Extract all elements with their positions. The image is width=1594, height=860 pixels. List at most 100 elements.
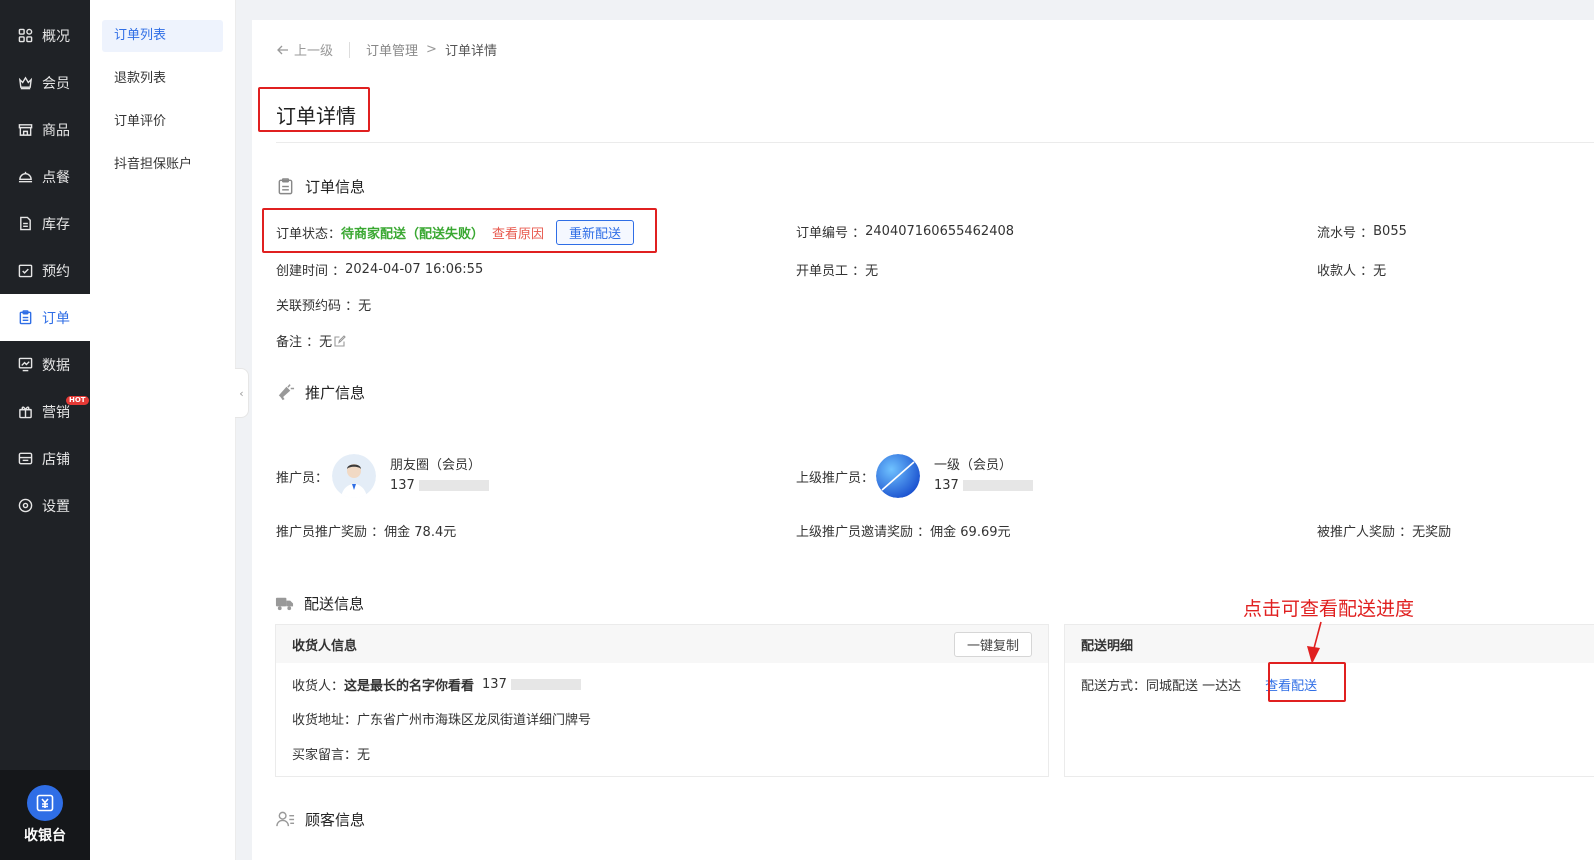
grid-icon (18, 28, 33, 43)
promoter-details: 朋友圈（会员） 137 (390, 456, 489, 496)
clipboard-icon (19, 310, 32, 325)
subnav-item-douyin-guarantee[interactable]: 抖音担保账户 (102, 149, 223, 181)
order-number-value: 240407160655462408 (865, 224, 1015, 239)
cashier-icon (27, 785, 63, 821)
nav-item-inventory[interactable]: 库存 (0, 200, 90, 247)
receiver-name: 这是最长的名字你看看 (344, 679, 475, 694)
section-title: 订单信息 (305, 178, 366, 196)
annotation-text: 点击可查看配送进度 (1243, 598, 1415, 620)
sidebar-collapse-toggle[interactable]: ‹ (235, 368, 249, 418)
upper-promoter-avatar (876, 454, 921, 498)
nav-item-marketing[interactable]: 营销 HOT (0, 388, 90, 435)
inventory-icon (20, 216, 31, 231)
megaphone-icon (278, 384, 295, 401)
promoter-phone-wrap: 137 (390, 476, 489, 496)
receiver-box-title: 收货人信息 (292, 638, 358, 654)
section-title: 顾客信息 (305, 811, 366, 829)
back-link[interactable]: 上一级 (276, 40, 333, 59)
breadcrumb-separator: > (426, 42, 437, 57)
method-value: 同城配送 一达达 (1146, 679, 1242, 694)
nav-item-reservation[interactable]: 预约 (0, 247, 90, 294)
nav-item-orders[interactable]: 订单 (0, 294, 90, 341)
nav-item-overview[interactable]: 概况 (0, 12, 90, 59)
promoter-label: 推广员： (276, 470, 329, 486)
remark-value: 无 (319, 335, 333, 350)
staff-row: 开单员工 ： 无 (796, 260, 878, 279)
upper-promoter-label: 上级推广员： (796, 470, 875, 486)
nav-item-data[interactable]: 数据 (0, 341, 90, 388)
dish-icon (18, 171, 33, 183)
nav-item-ordering[interactable]: 点餐 (0, 153, 90, 200)
masked-phone (418, 480, 489, 491)
address-value: 广东省广州市海珠区龙凤街道详细门牌号 (357, 713, 592, 728)
shop-icon (18, 452, 33, 465)
promoter-reward-row: 推广员推广奖励 ： 佣金 78.4元 (276, 521, 456, 540)
section-title: 配送信息 (304, 595, 365, 613)
annotation-arrow-icon (1307, 621, 1322, 664)
reservation-code-row: 关联预约码 ： 无 (276, 295, 371, 314)
serial-value: B055 (1373, 224, 1407, 239)
main-content: 上一级 订单管理 > 订单详情 订单详情 订单信息 订单状态： 待商家配送（配送… (252, 20, 1594, 860)
staff-label: 开单员工 ： (796, 264, 866, 279)
order-info-header: 订单信息 (276, 176, 365, 197)
subnav-item-order-reviews[interactable]: 订单评价 (102, 106, 223, 138)
serial-label: 流水号 ： (1317, 226, 1374, 241)
subnav-item-order-list[interactable]: 订单列表 (102, 20, 223, 52)
promoter-phone: 137 (390, 478, 415, 493)
payee-value: 无 (1373, 264, 1387, 279)
upper-reward-label: 上级推广员邀请奖励 ： (796, 525, 931, 540)
upper-promoter-phone: 137 (934, 478, 959, 493)
reservation-value: 无 (358, 299, 372, 314)
nav-item-label: 店铺 (42, 451, 70, 468)
created-label: 创建时间 ： (276, 264, 346, 279)
invitee-reward-row: 被推广人奖励 ： 无奖励 (1317, 521, 1451, 540)
masked-phone (962, 480, 1033, 491)
upper-promoter-row: 上级推广员： 一级（会员） 137 (796, 454, 1033, 498)
highlight-box-status (262, 208, 657, 253)
promoter-row: 推广员： 朋友圈（会员） 137 (276, 454, 489, 498)
edit-icon[interactable] (334, 334, 346, 347)
invitee-reward-value: 无奖励 (1412, 525, 1452, 540)
created-value: 2024-04-07 16:06:55 (345, 262, 484, 277)
receiver-row: 收货人： 这是最长的名字你看看 137 (292, 675, 581, 694)
upper-reward-value: 佣金 69.69元 (930, 525, 1011, 540)
upper-reward-row: 上级推广员邀请奖励 ： 佣金 69.69元 (796, 521, 1011, 540)
promo-info-header: 推广信息 (276, 382, 365, 403)
hot-badge: HOT (66, 396, 89, 405)
cashier-label: 收银台 (24, 828, 66, 844)
masked-phone (510, 679, 581, 690)
nav-item-settings[interactable]: 设置 (0, 482, 90, 529)
subnav-item-refund-list[interactable]: 退款列表 (102, 63, 223, 95)
delivery-detail-title: 配送明细 (1081, 638, 1134, 654)
nav-item-label: 设置 (42, 498, 70, 515)
cashier-button[interactable]: 收银台 (0, 770, 90, 860)
breadcrumb-divider (349, 41, 351, 58)
receiver-phone: 137 (482, 677, 507, 692)
nav-item-label: 会员 (42, 75, 70, 92)
nav-item-products[interactable]: 商品 (0, 106, 90, 153)
copy-all-button[interactable]: 一键复制 (953, 632, 1032, 657)
arrow-left-icon (277, 45, 288, 54)
clipboard-icon (278, 178, 293, 195)
serial-number-row: 流水号 ： B055 (1317, 222, 1407, 241)
promoter-avatar (332, 454, 377, 498)
secondary-sidebar: 订单列表 退款列表 订单评价 抖音担保账户 (90, 0, 236, 860)
highlight-box-view-delivery (1268, 662, 1346, 702)
back-label: 上一级 (294, 44, 334, 59)
nav-item-label: 商品 (42, 122, 70, 139)
buyer-message-row: 买家留言： 无 (292, 744, 370, 763)
upper-phone-wrap: 137 (934, 476, 1033, 496)
breadcrumb-parent[interactable]: 订单管理 (366, 40, 418, 59)
order-number-label: 订单编号 ： (796, 226, 866, 241)
truck-icon (275, 597, 294, 611)
promoter-reward-value: 佣金 78.4元 (384, 525, 457, 540)
message-value: 无 (357, 748, 371, 763)
nav-item-members[interactable]: 会员 (0, 59, 90, 106)
breadcrumb-current: 订单详情 (444, 44, 497, 59)
message-label: 买家留言： (292, 748, 358, 763)
payee-row: 收款人 ： 无 (1317, 260, 1386, 279)
nav-item-shop[interactable]: 店铺 (0, 435, 90, 482)
promoter-reward-label: 推广员推广奖励 ： (276, 525, 385, 540)
customer-info-header: 顾客信息 (276, 809, 365, 830)
upper-promoter-name: 一级（会员） (934, 458, 1013, 473)
